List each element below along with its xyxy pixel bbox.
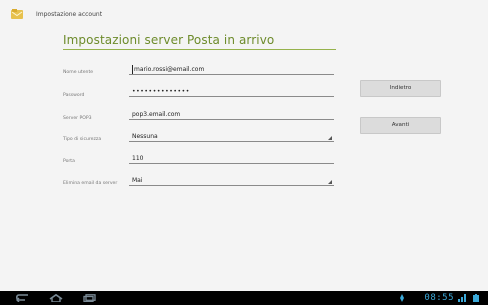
signal-icon: [458, 294, 466, 302]
field-underline: [129, 163, 334, 164]
username-label: Nome utente: [63, 70, 94, 75]
delete-policy-label: Elimina email da server: [63, 181, 118, 186]
back-icon[interactable]: [15, 294, 29, 302]
field-underline: [129, 185, 334, 186]
notification-icon[interactable]: [399, 294, 405, 302]
next-button[interactable]: Avanti: [360, 117, 441, 134]
recent-apps-icon[interactable]: [83, 294, 97, 302]
action-bar: Impostazione account: [0, 0, 488, 28]
security-type-select[interactable]: Nessuna: [129, 132, 334, 142]
password-field[interactable]: ••••••••••••••: [129, 87, 334, 97]
battery-icon: [473, 294, 479, 302]
port-value: 110: [132, 155, 144, 162]
title-divider: [63, 49, 336, 50]
field-underline: [129, 141, 334, 142]
app-title: Impostazione account: [36, 11, 103, 18]
server-label: Server POP3: [63, 116, 92, 121]
email-app-icon: [11, 9, 23, 19]
port-field[interactable]: 110: [129, 154, 334, 164]
username-field[interactable]: mario.rossi@email.com: [129, 65, 334, 75]
home-icon[interactable]: [49, 294, 63, 302]
field-underline: [129, 74, 334, 75]
field-underline: [129, 119, 334, 120]
password-value: ••••••••••••••: [132, 88, 190, 95]
server-field[interactable]: pop3.email.com: [129, 110, 334, 120]
dropdown-arrow-icon: [328, 136, 332, 140]
port-label: Porta: [63, 159, 75, 164]
server-value: pop3.email.com: [132, 111, 181, 118]
dropdown-arrow-icon: [328, 180, 332, 184]
field-underline: [129, 96, 334, 97]
password-label: Password: [63, 93, 85, 98]
text-cursor: [132, 65, 133, 74]
security-value: Nessuna: [132, 133, 158, 140]
page-title: Impostazioni server Posta in arrivo: [63, 33, 275, 47]
system-nav-bar: 08:55: [0, 291, 488, 305]
delete-policy-value: Mai: [132, 177, 143, 184]
back-button[interactable]: Indietro: [360, 80, 441, 97]
clock: 08:55: [424, 293, 454, 303]
security-label: Tipo di sicurezza: [63, 137, 102, 142]
username-value: mario.rossi@email.com: [134, 66, 205, 73]
delete-policy-select[interactable]: Mai: [129, 176, 334, 186]
